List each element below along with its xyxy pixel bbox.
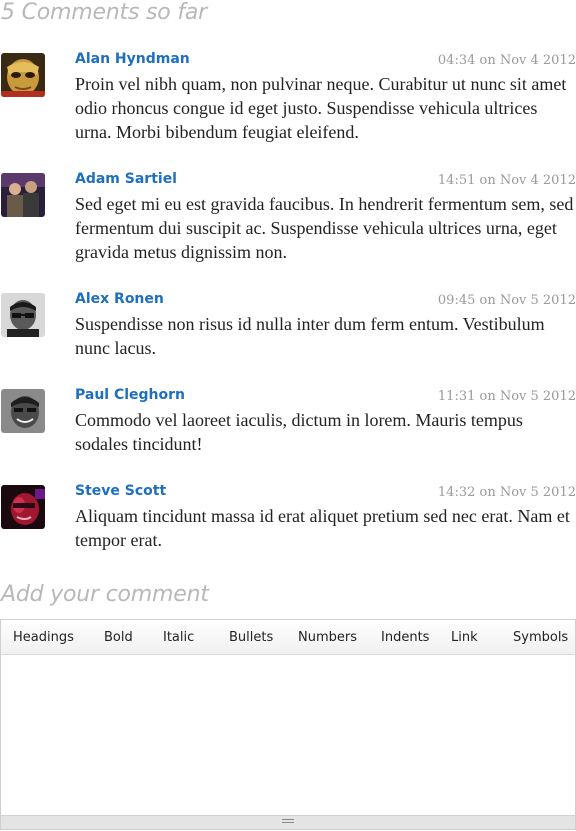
comments-heading: 5 Comments so far: [1, 0, 208, 25]
avatar-red-lit-face[interactable]: [1, 485, 45, 529]
avatar-two-people[interactable]: [1, 173, 45, 217]
comment-textarea[interactable]: [1, 655, 575, 815]
symbols-button[interactable]: Symbols: [513, 630, 568, 645]
headings-button[interactable]: Headings: [13, 630, 74, 645]
comment-timestamp: 11:31 on Nov 5 2012: [437, 389, 576, 404]
editor-resize-handle[interactable]: [1, 815, 575, 829]
comment-body: Sed eget mi eu est gravida faucibus. In …: [75, 194, 574, 262]
grip-icon: [282, 819, 294, 825]
comment-body: Commodo vel laoreet iaculis, dictum in l…: [75, 410, 523, 454]
comment-editor: Headings Bold Italic Bullets Numbers Ind…: [0, 619, 576, 830]
comment-body: Aliquam tincidunt massa id erat aliquet …: [75, 506, 570, 550]
comment-author[interactable]: Steve Scott: [75, 483, 166, 499]
numbers-button[interactable]: Numbers: [298, 630, 357, 645]
comment-timestamp: 09:45 on Nov 5 2012: [437, 293, 576, 308]
comment-timestamp: 14:32 on Nov 5 2012: [437, 485, 576, 500]
comment-author[interactable]: Paul Cleghorn: [75, 387, 185, 403]
italic-button[interactable]: Italic: [163, 630, 194, 645]
comment-author[interactable]: Alex Ronen: [75, 291, 164, 307]
comment-author[interactable]: Adam Sartiel: [75, 171, 177, 187]
avatar-man-smiling[interactable]: [1, 389, 45, 433]
comment-timestamp: 04:34 on Nov 4 2012: [437, 53, 576, 68]
bold-button[interactable]: Bold: [104, 630, 133, 645]
bullets-button[interactable]: Bullets: [229, 630, 273, 645]
comment-timestamp: 14:51 on Nov 4 2012: [437, 173, 576, 188]
indents-button[interactable]: Indents: [381, 630, 429, 645]
avatar-gold-mask[interactable]: [1, 53, 45, 97]
comment-author[interactable]: Alan Hyndman: [75, 51, 190, 67]
avatar-man-glasses[interactable]: [1, 293, 45, 337]
comment-body: Suspendisse non risus id nulla inter dum…: [75, 314, 545, 358]
comment-body: Proin vel nibh quam, non pulvinar neque.…: [75, 74, 567, 142]
editor-toolbar: Headings Bold Italic Bullets Numbers Ind…: [1, 620, 575, 655]
add-comment-heading: Add your comment: [1, 582, 209, 607]
link-button[interactable]: Link: [451, 630, 478, 645]
